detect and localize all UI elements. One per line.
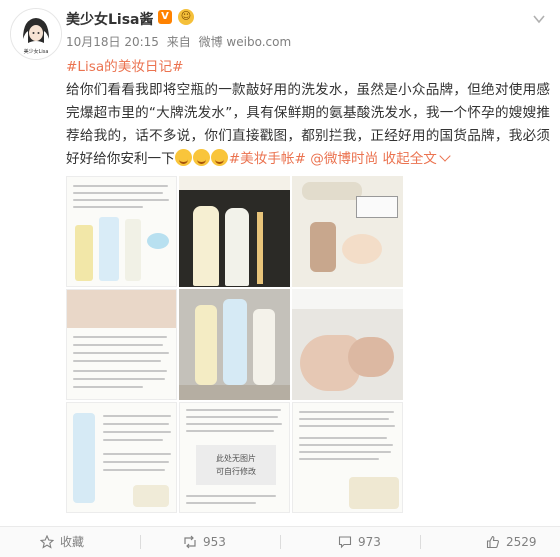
image-tile-5[interactable] bbox=[179, 289, 290, 400]
image-tile-3[interactable] bbox=[292, 176, 403, 287]
divider bbox=[140, 535, 141, 549]
like-count: 2529 bbox=[506, 535, 537, 549]
topic-tag-link[interactable]: #Lisa的美妆日记# bbox=[66, 59, 184, 75]
source-prefix: 来自 bbox=[166, 35, 191, 49]
post-date[interactable]: 10月18日 20:15 bbox=[66, 35, 159, 49]
chevron-up-icon[interactable] bbox=[439, 150, 451, 162]
post-source[interactable]: 微博 weibo.com bbox=[199, 35, 292, 49]
divider bbox=[280, 535, 281, 549]
verified-v-icon: V bbox=[158, 10, 172, 24]
image-tile-6[interactable] bbox=[292, 289, 403, 400]
like-button[interactable]: 2529 bbox=[486, 527, 537, 557]
repost-button[interactable]: 953 bbox=[183, 527, 226, 557]
collapse-text-link[interactable]: 收起全文 bbox=[383, 151, 437, 167]
laughing-emoji-icon bbox=[210, 149, 228, 166]
image-tile-4[interactable] bbox=[66, 289, 177, 400]
avatar-illustration: 美少女Lisa bbox=[11, 9, 61, 59]
comment-button[interactable]: 973 bbox=[338, 527, 381, 557]
image-tile-1[interactable] bbox=[66, 176, 177, 287]
image-tile-2[interactable] bbox=[179, 176, 290, 287]
favorite-button[interactable]: 收藏 bbox=[39, 527, 85, 557]
avatar-caption: 美少女Lisa bbox=[24, 48, 49, 55]
divider bbox=[420, 535, 421, 549]
comment-icon bbox=[338, 536, 352, 549]
post-meta: 10月18日 20:15 来自 微博 weibo.com bbox=[66, 33, 295, 50]
laughing-emoji-icon bbox=[174, 149, 192, 166]
action-bar: 收藏 953 973 2529 bbox=[0, 526, 560, 557]
chevron-down-icon[interactable] bbox=[532, 12, 546, 26]
avatar[interactable]: 美少女Lisa bbox=[10, 8, 62, 60]
placeholder-line-2: 可自行修改 bbox=[216, 467, 256, 476]
mention-link[interactable]: @微博时尚 bbox=[310, 151, 378, 167]
image-tile-8[interactable]: 此处无图片 可自行修改 bbox=[179, 402, 290, 513]
username[interactable]: 美少女Lisa酱 bbox=[66, 9, 154, 29]
makeup-tag-link[interactable]: #美妆手帐# bbox=[229, 151, 306, 167]
image-tile-9[interactable] bbox=[292, 402, 403, 513]
post-text: #Lisa的美妆日记# 给你们看看我即将空瓶的一款敲好用的洗发水，虽然是小众品牌… bbox=[66, 56, 550, 171]
repost-icon bbox=[184, 535, 196, 549]
post-body: 给你们看看我即将空瓶的一款敲好用的洗发水，虽然是小众品牌，但绝对使用感完爆超市里… bbox=[66, 82, 550, 167]
placeholder-line-1: 此处无图片 bbox=[216, 454, 256, 463]
repost-count: 953 bbox=[203, 535, 226, 549]
favorite-label: 收藏 bbox=[60, 535, 85, 549]
emoji-badge-icon: ☺ bbox=[178, 9, 194, 25]
image-tile-7[interactable] bbox=[66, 402, 177, 513]
image-grid: 此处无图片 可自行修改 bbox=[66, 176, 404, 515]
thumbs-up-icon bbox=[486, 535, 499, 549]
star-icon bbox=[39, 534, 55, 549]
image-placeholder: 此处无图片 可自行修改 bbox=[196, 445, 276, 485]
comment-count: 973 bbox=[358, 535, 381, 549]
laughing-emoji-icon bbox=[192, 149, 210, 166]
